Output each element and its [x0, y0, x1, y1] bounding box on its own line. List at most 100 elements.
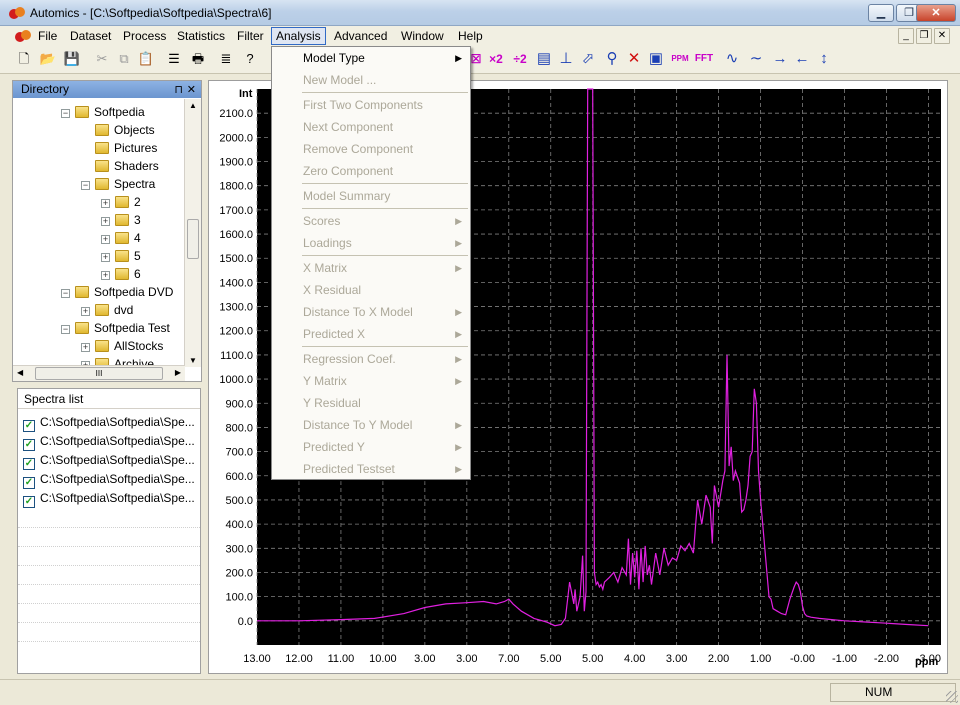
menu-item-scores[interactable]: Scores ▶ — [272, 210, 470, 232]
zoom-box-icon[interactable]: ▣ — [646, 49, 666, 69]
scroll-down-icon[interactable]: ▼ — [189, 356, 197, 365]
menu-window[interactable]: Window — [397, 28, 448, 44]
expand-icon[interactable]: + — [101, 253, 110, 262]
collapse-icon[interactable]: − — [61, 109, 70, 118]
baseline-icon[interactable]: ⊥ — [556, 49, 576, 69]
help-icon[interactable]: ? — [240, 49, 260, 69]
menu-item-distance-to-y-model[interactable]: Distance To Y Model ▶ — [272, 414, 470, 436]
spectra-list-item[interactable]: ✓ C:\Softpedia\Softpedia\Spe... — [23, 451, 199, 470]
tree-node-pictures[interactable]: Pictures — [95, 139, 157, 157]
menu-item-predicted-testset[interactable]: Predicted Testset ▶ — [272, 458, 470, 480]
tree-node-dvd[interactable]: + dvd — [81, 301, 133, 319]
copy-icon[interactable]: ⧉ — [114, 49, 134, 69]
menu-item-predicted-x[interactable]: Predicted X ▶ — [272, 323, 470, 345]
expand-icon[interactable]: + — [101, 235, 110, 244]
expand-icon[interactable]: + — [81, 343, 90, 352]
checkbox[interactable]: ✓ — [23, 477, 35, 489]
close-icon[interactable]: ✕ — [187, 82, 196, 99]
menu-item-remove-component[interactable]: Remove Component — [272, 138, 470, 160]
cut-icon[interactable]: ✂ — [92, 49, 112, 69]
tree-node-5[interactable]: +5 — [101, 247, 141, 265]
menu-item-loadings[interactable]: Loadings ▶ — [272, 232, 470, 254]
spectra-list-item[interactable]: ✓ C:\Softpedia\Softpedia\Spe... — [23, 489, 199, 508]
layout-icon[interactable]: ☰ — [164, 49, 184, 69]
tree-node-2[interactable]: +2 — [101, 193, 141, 211]
spectra-list-item[interactable]: ✓ C:\Softpedia\Softpedia\Spe... — [23, 432, 199, 451]
peak-pick-icon[interactable]: ⚲ — [602, 49, 622, 69]
tree-node-objects[interactable]: Objects — [95, 121, 155, 139]
new-file-icon[interactable]: 🗋 — [14, 49, 34, 69]
menu-dataset[interactable]: Dataset — [66, 28, 115, 44]
menu-item-x-residual[interactable]: X Residual — [272, 279, 470, 301]
print-icon[interactable]: 🖶 — [188, 49, 208, 69]
collapse-icon[interactable]: − — [61, 289, 70, 298]
delete-icon[interactable]: ✕ — [624, 49, 644, 69]
scroll-thumb[interactable]: III — [35, 367, 163, 380]
expand-icon[interactable]: + — [81, 307, 90, 316]
collapse-icon[interactable]: − — [61, 325, 70, 334]
expand-icon[interactable]: + — [101, 271, 110, 280]
tree-node-3[interactable]: +3 — [101, 211, 141, 229]
directory-horizontal-scrollbar[interactable]: ◀ III ▶ — [13, 365, 185, 381]
mdi-close-button[interactable]: ✕ — [934, 28, 950, 44]
menu-analysis[interactable]: Analysis — [271, 27, 326, 45]
menu-statistics[interactable]: Statistics — [173, 28, 229, 44]
menu-file[interactable]: File — [34, 28, 61, 44]
menu-item-next-component[interactable]: Next Component — [272, 116, 470, 138]
divide-two-button[interactable]: ÷2 — [510, 49, 530, 69]
scroll-thumb[interactable] — [187, 219, 199, 259]
menu-item-zero-component[interactable]: Zero Component — [272, 160, 470, 182]
arrow-left-icon[interactable]: ← — [792, 49, 812, 69]
multiply-two-button[interactable]: ×2 — [486, 49, 506, 69]
wave-icon[interactable]: ∼ — [746, 49, 766, 69]
ppm-button[interactable]: PPM — [670, 49, 690, 69]
list-icon[interactable]: ≣ — [216, 49, 236, 69]
menu-item-y-matrix[interactable]: Y Matrix ▶ — [272, 370, 470, 392]
open-folder-icon[interactable]: 📂 — [38, 49, 58, 69]
mdi-restore-button[interactable]: ❐ — [916, 28, 932, 44]
menu-filter[interactable]: Filter — [233, 28, 268, 44]
fft-button[interactable]: FFT — [694, 49, 714, 69]
tree-node-shaders[interactable]: Shaders — [95, 157, 159, 175]
menu-item-new-model[interactable]: New Model ... — [272, 69, 470, 91]
tree-node-softpedia-test[interactable]: − Softpedia Test — [61, 319, 170, 337]
menu-item-first-two-components[interactable]: First Two Components — [272, 94, 470, 116]
menu-item-model-summary[interactable]: Model Summary — [272, 185, 470, 207]
menu-item-model-type[interactable]: Model Type ▶ — [272, 47, 470, 69]
mdi-minimize-button[interactable]: _ — [898, 28, 914, 44]
arrow-updown-icon[interactable]: ↕ — [814, 49, 834, 69]
menu-item-y-residual[interactable]: Y Residual — [272, 392, 470, 414]
checkbox[interactable]: ✓ — [23, 420, 35, 432]
arrow-right-icon[interactable]: → — [770, 49, 790, 69]
paste-icon[interactable]: 📋 — [136, 49, 156, 69]
menu-process[interactable]: Process — [119, 28, 170, 44]
expand-icon[interactable]: + — [101, 199, 110, 208]
select-icon[interactable]: ⬀ — [578, 49, 598, 69]
document-icon[interactable] — [14, 29, 32, 43]
document-list-icon[interactable]: ▤ — [534, 49, 554, 69]
tree-node-spectra[interactable]: − Spectra — [81, 175, 155, 193]
menu-item-distance-to-x-model[interactable]: Distance To X Model ▶ — [272, 301, 470, 323]
scroll-left-icon[interactable]: ◀ — [17, 368, 23, 377]
spectra-list-item[interactable]: ✓ C:\Softpedia\Softpedia\Spe... — [23, 470, 199, 489]
expand-icon[interactable]: + — [101, 217, 110, 226]
menu-item-x-matrix[interactable]: X Matrix ▶ — [272, 257, 470, 279]
checkbox[interactable]: ✓ — [23, 496, 35, 508]
resize-grip-icon[interactable] — [946, 691, 958, 703]
tree-node-4[interactable]: +4 — [101, 229, 141, 247]
curve-icon[interactable]: ∿ — [722, 49, 742, 69]
tree-node-allstocks[interactable]: + AllStocks — [81, 337, 163, 355]
checkbox[interactable]: ✓ — [23, 439, 35, 451]
tree-node-6[interactable]: +6 — [101, 265, 141, 283]
collapse-icon[interactable]: − — [81, 181, 90, 190]
spectra-list-item[interactable]: ✓ C:\Softpedia\Softpedia\Spe... — [23, 413, 199, 432]
menu-item-predicted-y[interactable]: Predicted Y ▶ — [272, 436, 470, 458]
tree-node-softpedia[interactable]: − Softpedia — [61, 103, 145, 121]
menu-advanced[interactable]: Advanced — [330, 28, 391, 44]
menu-item-regression-coef[interactable]: Regression Coef. ▶ — [272, 348, 470, 370]
scroll-right-icon[interactable]: ▶ — [175, 368, 181, 377]
menu-help[interactable]: Help — [454, 28, 487, 44]
pin-icon[interactable]: ⊓ — [174, 82, 183, 99]
save-icon[interactable]: 💾 — [62, 49, 82, 69]
directory-vertical-scrollbar[interactable]: ▲ ▼ — [184, 99, 201, 367]
